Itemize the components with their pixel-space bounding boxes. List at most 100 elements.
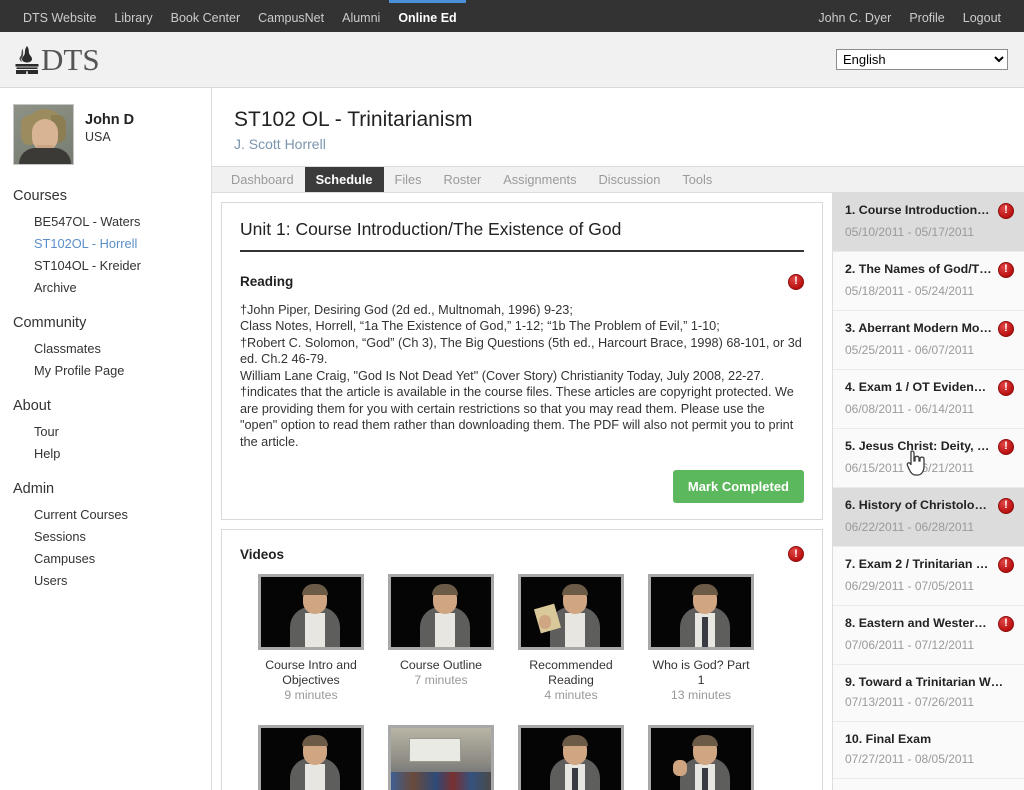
- alert-exclamation-icon[interactable]: !: [998, 556, 1014, 573]
- top-nav-right-links: John C. Dyer Profile Logout: [809, 0, 1010, 32]
- unit-list-item[interactable]: 1. Course Introduction/Th…! 05/10/2011 - …: [833, 192, 1024, 252]
- reading-line: William Lane Craig, "God Is Not Dead Yet…: [240, 368, 765, 383]
- unit-dates: 06/15/2011 - 06/21/2011: [845, 460, 974, 475]
- video-thumbnail[interactable]: [388, 725, 494, 790]
- top-nav-link-dts-website[interactable]: DTS Website: [14, 0, 105, 32]
- video-item[interactable]: [648, 725, 754, 790]
- tab-roster[interactable]: Roster: [433, 167, 493, 192]
- alert-exclamation-icon[interactable]: !: [998, 320, 1014, 337]
- flame-book-icon: [14, 45, 40, 75]
- video-item[interactable]: [518, 725, 624, 790]
- alert-exclamation-icon[interactable]: !: [998, 438, 1014, 455]
- sidebar-item-sessions[interactable]: Sessions: [13, 525, 211, 547]
- top-nav-link-book-center[interactable]: Book Center: [162, 0, 249, 32]
- video-thumbnail[interactable]: [648, 574, 754, 651]
- unit-list-item[interactable]: 6. History of Christology / …! 06/22/2011…: [833, 487, 1024, 547]
- top-nav-link-john-c-dyer[interactable]: John C. Dyer: [809, 0, 900, 32]
- top-nav-link-alumni[interactable]: Alumni: [333, 0, 389, 32]
- unit-dates: 07/13/2011 - 07/26/2011: [845, 694, 974, 709]
- sidebar-nav-groups: Courses BE547OL - Waters ST102OL - Horrell…: [13, 188, 211, 591]
- sidebar-item-current-courses[interactable]: Current Courses: [13, 503, 211, 525]
- sidebar-item-users[interactable]: Users: [13, 569, 211, 591]
- course-header: ST102 OL - Trinitarianism J. Scott Horre…: [212, 88, 1024, 166]
- sidebar-item-my-profile-page[interactable]: My Profile Page: [13, 359, 211, 381]
- alert-exclamation-icon[interactable]: !: [998, 497, 1014, 514]
- video-thumbnail[interactable]: [648, 725, 754, 790]
- tab-assignments[interactable]: Assignments: [492, 167, 587, 192]
- video-duration: 9 minutes: [284, 688, 338, 703]
- language-select[interactable]: English: [836, 49, 1008, 70]
- video-thumbnail[interactable]: [258, 725, 364, 790]
- sidebar-heading-courses: Courses: [13, 188, 67, 204]
- videos-row-1: Course Intro and Objectives 9 minutes Cour…: [258, 574, 804, 703]
- video-thumbnail[interactable]: [518, 725, 624, 790]
- alert-exclamation-icon[interactable]: !: [788, 546, 804, 563]
- alert-exclamation-icon[interactable]: !: [998, 202, 1014, 219]
- video-thumbnail[interactable]: [388, 574, 494, 651]
- sidebar-item-tour[interactable]: Tour: [13, 420, 211, 442]
- dts-logo[interactable]: DTS: [14, 44, 100, 75]
- unit-list-item[interactable]: 4. Exam 1 / OT Evidences …! 06/08/2011 - …: [833, 370, 1024, 429]
- unit-name: 5. Jesus Christ: Deity, Hu…: [845, 438, 992, 453]
- unit-list-item[interactable]: 8. Eastern and Western T…! 07/06/2011 - 0…: [833, 606, 1024, 665]
- mark-completed-button[interactable]: Mark Completed: [672, 470, 804, 504]
- unit-name: 1. Course Introduction/Th…: [845, 202, 992, 217]
- unit-dates: 05/25/2011 - 06/07/2011: [845, 342, 974, 357]
- unit-list-item[interactable]: 10. Final Exam 07/27/2011 - 08/05/2011: [833, 722, 1024, 779]
- alert-exclamation-icon[interactable]: !: [998, 615, 1014, 632]
- video-item[interactable]: Who is God? Part 1 13 minutes: [648, 574, 754, 703]
- top-nav-link-logout[interactable]: Logout: [954, 0, 1010, 32]
- video-title: Course Outline: [399, 658, 483, 673]
- reading-action-row: Mark Completed: [240, 470, 804, 504]
- page-body: John D USA Courses BE547OL - Waters ST102O…: [0, 88, 1024, 790]
- course-instructor: J. Scott Horrell: [234, 136, 326, 152]
- top-navigation-bar: DTS Website Library Book Center CampusNet Al…: [0, 0, 1024, 32]
- top-nav-link-online-ed[interactable]: Online Ed: [389, 0, 466, 32]
- unit-list-item[interactable]: 9. Toward a Trinitarian W… 07/13/2011 - 0…: [833, 665, 1024, 722]
- unit-name: 10. Final Exam: [845, 731, 932, 746]
- unit-name: 8. Eastern and Western T…: [845, 615, 992, 630]
- alert-exclamation-icon[interactable]: !: [998, 261, 1014, 278]
- unit-dates: 07/06/2011 - 07/12/2011: [845, 637, 974, 652]
- sidebar-group-admin: Admin Current Courses Sessions Campuses User…: [13, 481, 211, 591]
- unit-list-item[interactable]: 5. Jesus Christ: Deity, Hu…! 06/15/2011 -…: [833, 429, 1024, 488]
- video-thumbnail[interactable]: [258, 574, 364, 651]
- user-profile-block: John D USA: [13, 104, 211, 165]
- video-item[interactable]: Course Intro and Objectives 9 minutes: [258, 574, 364, 703]
- video-item[interactable]: [388, 725, 494, 790]
- video-item[interactable]: [258, 725, 364, 790]
- unit-list-item[interactable]: 3. Aberrant Modern Mode…! 05/25/2011 - 06…: [833, 311, 1024, 370]
- sidebar-item-campuses[interactable]: Campuses: [13, 547, 211, 569]
- video-thumbnail[interactable]: [518, 574, 624, 651]
- sidebar-item-classmates[interactable]: Classmates: [13, 337, 211, 359]
- alert-exclamation-icon[interactable]: !: [998, 379, 1014, 396]
- sidebar-item-st102ol-horrell[interactable]: ST102OL - Horrell: [13, 232, 211, 254]
- video-duration: 7 minutes: [414, 673, 468, 688]
- page-title: ST102 OL - Trinitarianism: [234, 108, 473, 131]
- video-duration: 4 minutes: [544, 688, 598, 703]
- sidebar-heading-community: Community: [13, 315, 87, 331]
- sidebar-item-help[interactable]: Help: [13, 442, 211, 464]
- tab-discussion[interactable]: Discussion: [588, 167, 672, 192]
- sidebar-item-be547ol-waters[interactable]: BE547OL - Waters: [13, 210, 211, 232]
- top-nav-link-campusnet[interactable]: CampusNet: [249, 0, 333, 32]
- unit-row: 5. Jesus Christ: Deity, Hu…!: [845, 438, 1014, 455]
- video-item[interactable]: Course Outline 7 minutes: [388, 574, 494, 703]
- unit-list-item[interactable]: 2. The Names of God/The …! 05/18/2011 - 0…: [833, 252, 1024, 311]
- unit-row: 8. Eastern and Western T…!: [845, 615, 1014, 632]
- unit-dates: 05/10/2011 - 05/17/2011: [845, 224, 974, 239]
- tab-dashboard[interactable]: Dashboard: [220, 167, 305, 192]
- tab-files[interactable]: Files: [384, 167, 433, 192]
- tab-tools[interactable]: Tools: [671, 167, 723, 192]
- dts-logo-text: DTS: [41, 42, 100, 77]
- alert-exclamation-icon[interactable]: !: [788, 273, 804, 290]
- sidebar-item-archive[interactable]: Archive: [13, 276, 211, 298]
- sidebar-item-st104ol-kreider[interactable]: ST104OL - Kreider: [13, 254, 211, 276]
- top-nav-link-profile[interactable]: Profile: [900, 0, 953, 32]
- sidebar-group-about: About Tour Help: [13, 398, 211, 464]
- top-nav-link-library[interactable]: Library: [105, 0, 161, 32]
- video-item[interactable]: Recommended Reading 4 minutes: [518, 574, 624, 703]
- unit-list-item[interactable]: 7. Exam 2 / Trinitarian De…! 06/29/2011 -…: [833, 547, 1024, 606]
- tab-schedule[interactable]: Schedule: [304, 167, 384, 192]
- unit-dates: 06/29/2011 - 07/05/2011: [845, 578, 974, 593]
